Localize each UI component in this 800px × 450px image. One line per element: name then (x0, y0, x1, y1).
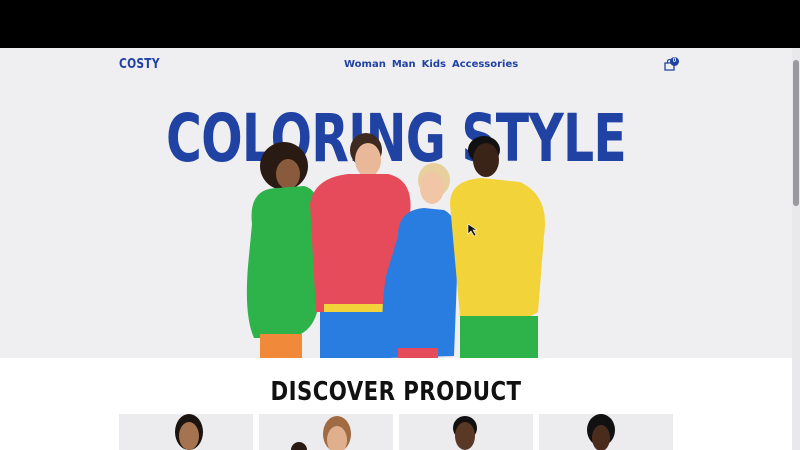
page-viewport: COSTY Woman Man Kids Accessories 0 COLOR… (0, 48, 800, 450)
main-nav: Woman Man Kids Accessories (344, 59, 518, 70)
nav-man[interactable]: Man (392, 59, 416, 70)
page-scrollbar[interactable] (792, 48, 800, 450)
product-card[interactable] (119, 414, 253, 450)
model-green-hoodie (246, 142, 319, 358)
product-image (175, 414, 203, 450)
product-card[interactable] (399, 414, 533, 450)
scrollbar-thumb[interactable] (793, 60, 799, 206)
product-image (453, 416, 477, 450)
product-cards (119, 414, 673, 450)
product-card[interactable] (259, 414, 393, 450)
hero-image (246, 133, 545, 358)
product-card[interactable] (539, 414, 673, 450)
nav-accessories[interactable]: Accessories (452, 59, 518, 70)
nav-woman[interactable]: Woman (344, 59, 386, 70)
site-header: COSTY Woman Man Kids Accessories 0 (0, 48, 792, 82)
cart-count-badge: 0 (670, 57, 679, 66)
browser-top-bar (0, 0, 800, 48)
model-yellow-hoodie (450, 136, 545, 358)
site-logo[interactable]: COSTY (119, 57, 160, 72)
nav-kids[interactable]: Kids (422, 59, 446, 70)
section-title: DISCOVER PRODUCT (270, 377, 522, 407)
product-image (587, 414, 615, 450)
product-image (291, 416, 351, 450)
discover-section: DISCOVER PRODUCT (0, 358, 792, 450)
